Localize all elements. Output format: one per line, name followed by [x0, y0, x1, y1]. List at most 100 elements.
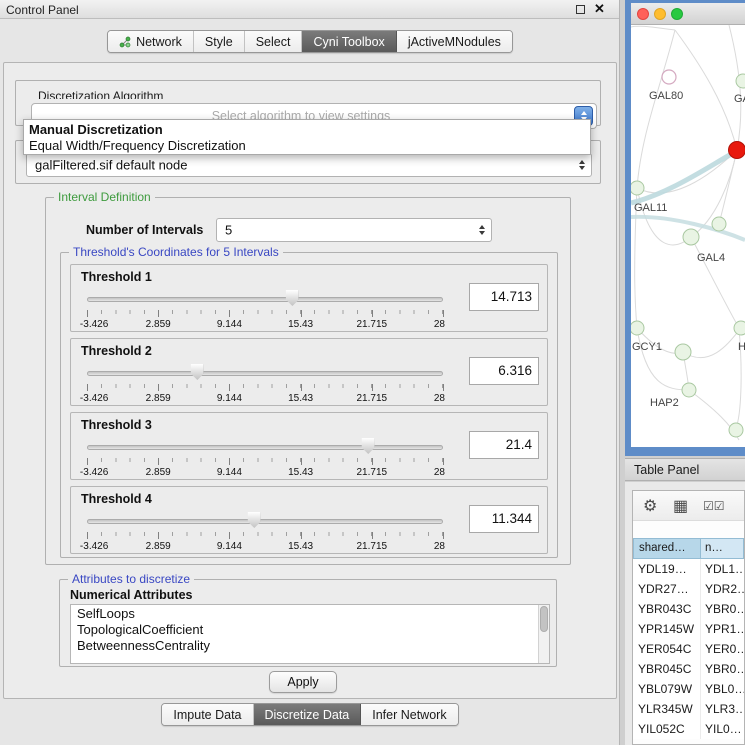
network-node[interactable]	[662, 70, 676, 84]
tab-style[interactable]: Style	[194, 31, 245, 52]
threshold-2-slider[interactable]: -3.426 2.859 9.144 15.43 21.715 28	[87, 363, 443, 405]
network-node[interactable]	[683, 229, 699, 245]
table-row[interactable]: YBR045CYBR0…	[633, 659, 744, 679]
table-row[interactable]: YDL19…YDL1…	[633, 559, 744, 579]
scrollbar[interactable]	[538, 605, 549, 663]
slider-track[interactable]	[87, 297, 443, 302]
table-row[interactable]: YER054CYER0…	[633, 639, 744, 659]
table-data-combobox[interactable]: galFiltered.sif default node	[26, 153, 592, 177]
network-window-titlebar[interactable]	[631, 3, 745, 25]
table-panel-header: Table Panel	[625, 458, 745, 481]
tab-network[interactable]: Network	[108, 31, 194, 52]
popup-item-manual-discretization[interactable]: Manual Discretization	[24, 121, 590, 137]
tab-select-label: Select	[256, 35, 291, 49]
slider-thumb[interactable]	[362, 438, 375, 454]
slider-tick-labels: -3.426 2.859 9.144 15.43 21.715 28	[87, 541, 443, 553]
threshold-4-label: Threshold 4	[81, 492, 152, 506]
select-columns-icon[interactable]: ☑☑	[703, 499, 725, 513]
numerical-attributes-label: Numerical Attributes	[70, 588, 192, 602]
network-node-labels: GAL80 GA GAL11 GAL4 GCY1 H HAP2	[632, 90, 745, 409]
network-node[interactable]	[734, 321, 745, 335]
network-node[interactable]	[736, 74, 745, 88]
slider-thumb[interactable]	[191, 364, 204, 380]
network-icon	[119, 36, 131, 48]
table-row[interactable]: YLR345WYLR3…	[633, 699, 744, 719]
threshold-1-value-field[interactable]: 14.713	[469, 283, 539, 311]
table-panel: ⚙ ▦ ☑☑ shared… n… YDL19…YDL1… YDR27…YDR2…	[625, 482, 745, 745]
top-tab-bar: Network Style Select Cyni Toolbox jActiv…	[0, 30, 620, 58]
combo-stepper-icon	[579, 160, 585, 170]
network-node[interactable]	[675, 344, 691, 360]
up-arrow-icon	[479, 225, 485, 229]
threshold-1-box: Threshold 1 -3.426 2.859 9.144	[70, 264, 548, 332]
table-row[interactable]: YBR043CYBR0…	[633, 599, 744, 619]
slider-track[interactable]	[87, 445, 443, 450]
list-item[interactable]: SelfLoops	[71, 605, 549, 621]
popup-item-equal-width-frequency[interactable]: Equal Width/Frequency Discretization	[24, 137, 590, 153]
table-row[interactable]: YPR145WYPR1…	[633, 619, 744, 639]
list-item[interactable]: TopologicalCoefficient	[71, 621, 549, 637]
network-node[interactable]	[631, 321, 644, 335]
threshold-1-label: Threshold 1	[81, 270, 152, 284]
tab-jactivemnodules[interactable]: jActiveMNodules	[397, 31, 512, 52]
threshold-3-slider[interactable]: -3.426 2.859 9.144 15.43 21.715 28	[87, 437, 443, 479]
threshold-1-slider[interactable]: -3.426 2.859 9.144 15.43 21.715 28	[87, 289, 443, 331]
discretization-algorithm-group-title: Discretization Algorithm	[35, 89, 166, 99]
network-node[interactable]	[729, 423, 743, 437]
apply-button[interactable]: Apply	[269, 671, 337, 693]
node-label: GAL11	[634, 202, 667, 214]
column-header-name[interactable]: n…	[701, 538, 744, 559]
float-icon[interactable]	[576, 5, 585, 14]
network-canvas[interactable]: GAL80 GA GAL11 GAL4 GCY1 H HAP2	[631, 25, 745, 447]
tab-infer-network[interactable]: Infer Network	[361, 704, 457, 725]
highlighted-network-node[interactable]	[729, 142, 745, 159]
number-of-intervals-value: 5	[225, 223, 232, 238]
slider-ticks	[87, 458, 443, 466]
network-node[interactable]	[631, 181, 644, 195]
algorithm-dropdown-popup: Manual Discretization Equal Width/Freque…	[23, 119, 591, 155]
tab-select[interactable]: Select	[245, 31, 303, 52]
minimize-traffic-light-icon[interactable]	[654, 8, 666, 20]
threshold-4-value-field[interactable]: 11.344	[469, 505, 539, 533]
down-arrow-icon	[479, 231, 485, 235]
table-row[interactable]: YDR27…YDR2…	[633, 579, 744, 599]
threshold-4-slider[interactable]: -3.426 2.859 9.144 15.43 21.715 28	[87, 511, 443, 553]
network-view-inner: GAL80 GA GAL11 GAL4 GCY1 H HAP2	[631, 3, 745, 447]
threshold-3-label: Threshold 3	[81, 418, 152, 432]
network-node[interactable]	[712, 217, 726, 231]
network-node[interactable]	[682, 383, 696, 397]
table-row[interactable]: YIL052CYIL0…	[633, 719, 744, 739]
threshold-4-box: Threshold 4 -3.426 2.859 9.144	[70, 486, 548, 554]
slider-tick-labels: -3.426 2.859 9.144 15.43 21.715 28	[87, 393, 443, 405]
slider-track[interactable]	[87, 371, 443, 376]
close-icon[interactable]: ✕	[594, 1, 605, 17]
combo-stepper-icon	[479, 225, 485, 235]
slider-track[interactable]	[87, 519, 443, 524]
table-toolbar: ⚙ ▦ ☑☑	[633, 491, 744, 521]
threshold-3-value-field[interactable]: 21.4	[469, 431, 539, 459]
up-arrow-icon	[579, 160, 585, 164]
table-row[interactable]: YBL079WYBL0…	[633, 679, 744, 699]
scrollbar-thumb[interactable]	[540, 606, 548, 632]
number-of-intervals-combobox[interactable]: 5	[216, 218, 492, 242]
interval-definition-group: Interval Definition Number of Intervals …	[45, 197, 571, 565]
list-item[interactable]: BetweennessCentrality	[71, 637, 549, 653]
zoom-traffic-light-icon[interactable]	[671, 8, 683, 20]
bottom-tab-group: Impute Data Discretize Data Infer Networ…	[161, 703, 458, 726]
column-header-shared-name[interactable]: shared…	[633, 538, 701, 559]
threshold-2-value-field[interactable]: 6.316	[469, 357, 539, 385]
thresholds-coordinates-group: Threshold's Coordinates for 5 Intervals …	[60, 252, 558, 558]
column-chooser-icon[interactable]: ▦	[673, 496, 688, 516]
slider-thumb[interactable]	[248, 512, 261, 528]
tab-cyni-toolbox[interactable]: Cyni Toolbox	[302, 31, 396, 52]
slider-thumb[interactable]	[286, 290, 299, 306]
node-label: GAL80	[649, 90, 683, 102]
settings-gear-icon[interactable]: ⚙	[643, 496, 657, 516]
tab-jactivemnodules-label: jActiveMNodules	[408, 35, 501, 49]
tab-impute-data[interactable]: Impute Data	[162, 704, 253, 725]
numerical-attributes-list[interactable]: SelfLoops TopologicalCoefficient Between…	[70, 604, 550, 664]
node-label: HAP2	[650, 397, 679, 409]
close-traffic-light-icon[interactable]	[637, 8, 649, 20]
tab-discretize-data[interactable]: Discretize Data	[254, 704, 362, 725]
thresholds-coordinates-group-title: Threshold's Coordinates for 5 Intervals	[69, 245, 283, 259]
